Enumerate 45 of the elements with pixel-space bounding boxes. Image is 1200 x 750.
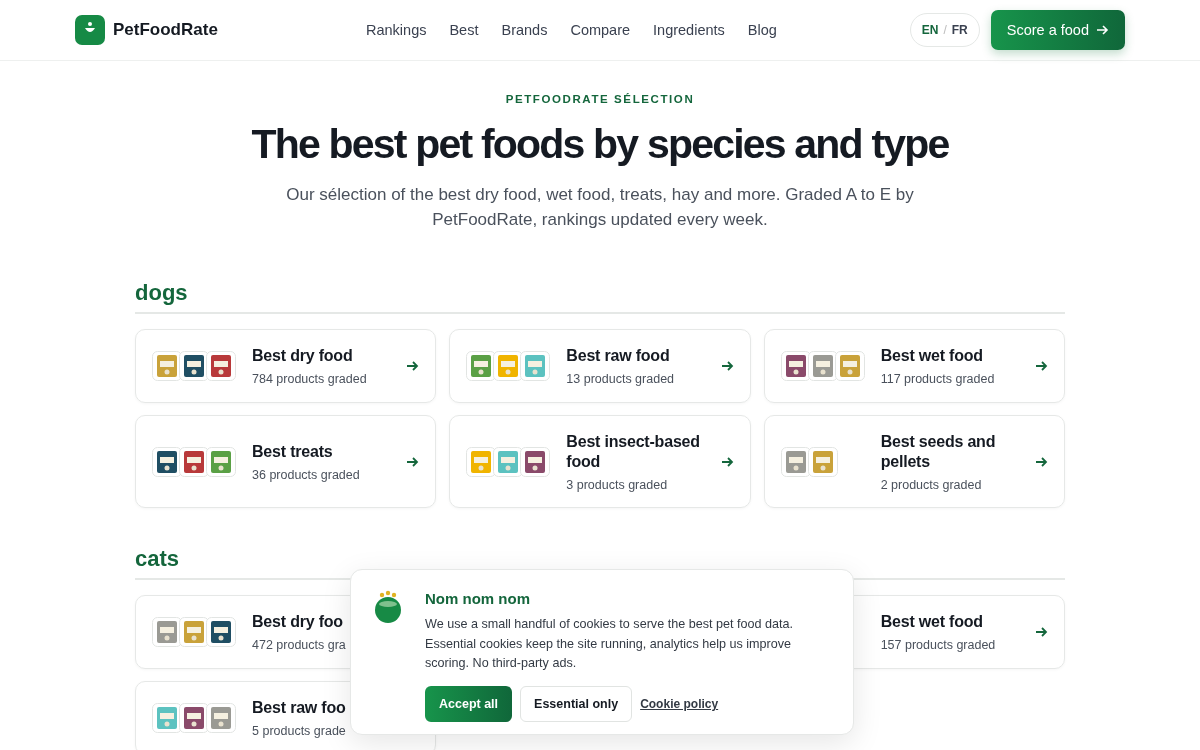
brand-name[interactable]: PetFoodRate <box>113 20 218 40</box>
card-title: Best treats <box>252 441 334 462</box>
cookie-policy-link[interactable]: Cookie policy <box>640 696 719 711</box>
nav-link[interactable]: Compare <box>570 22 631 38</box>
product-count: 13 products graded <box>566 372 676 386</box>
category-card[interactable]: Best raw food 13 products graded <box>449 329 751 403</box>
product-count: 472 products gra <box>252 638 347 652</box>
nav-link[interactable]: Brands <box>501 22 548 38</box>
category-card[interactable]: Best seeds and pellets 2 products graded <box>763 415 1065 508</box>
product-count: 117 products graded <box>880 372 996 386</box>
score-food-button[interactable]: Score a food <box>990 10 1125 50</box>
product-count: 36 products graded <box>252 467 361 482</box>
separator-text: / <box>943 23 947 37</box>
logo-icon[interactable] <box>75 15 105 45</box>
page-title: The best pet foods by species and type <box>250 121 950 168</box>
nav-link[interactable]: Blog <box>747 22 777 38</box>
card-title: Best wet food <box>880 346 984 366</box>
essential-only-button[interactable]: Essential only <box>520 685 633 722</box>
product-count: 5 products grade <box>252 724 347 738</box>
card-title: Best raw foo <box>252 698 347 718</box>
card-title: Best insect-based food <box>566 431 701 472</box>
category-card[interactable]: Best treats 36 products graded <box>135 415 437 508</box>
product-count: 784 products graded <box>252 372 368 386</box>
nav-link[interactable]: Best <box>449 22 479 38</box>
category-card[interactable]: Best wet food 117 products graded <box>763 329 1065 403</box>
card-title: Best wet food <box>880 612 984 632</box>
eyebrow-text: PETFOODRATE SÉLECTION <box>504 93 696 105</box>
page-subtitle: Our sélection of the best dry food, wet food, treats, hay and more. Graded A to E by PetFoodRate, rankings updated every week. <box>285 184 915 231</box>
section-title: dogs <box>135 280 1065 314</box>
nav-link[interactable]: Ingredients <box>653 22 725 38</box>
food-bowl-icon <box>373 590 403 624</box>
card-title: Best raw food <box>566 346 671 366</box>
arrow-right-icon <box>1096 24 1109 36</box>
product-count: 2 products graded <box>880 477 983 492</box>
category-card[interactable]: Best insect-based food 3 products graded <box>449 415 751 508</box>
card-title: Best dry food <box>252 346 354 366</box>
card-title: Best seeds and pellets <box>880 431 997 472</box>
language-option[interactable]: FR <box>951 23 968 37</box>
card-title: Best dry foo <box>252 612 344 632</box>
product-count: 157 products graded <box>880 638 997 652</box>
language-option[interactable]: EN <box>921 23 939 37</box>
product-count: 3 products graded <box>566 477 669 492</box>
category-card[interactable]: Best dry food 784 products graded <box>135 329 437 403</box>
accept-all-button[interactable]: Accept all <box>425 685 513 722</box>
nav-link[interactable]: Rankings <box>366 22 427 38</box>
